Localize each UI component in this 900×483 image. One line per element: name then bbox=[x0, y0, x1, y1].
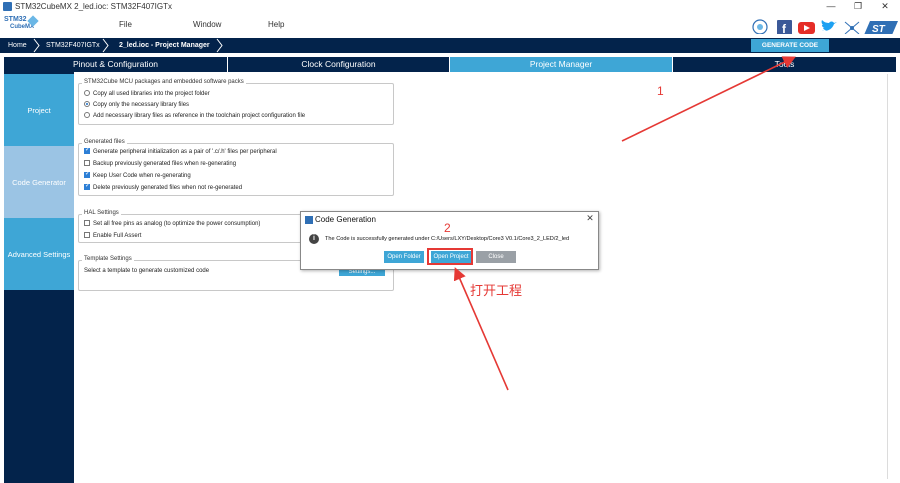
option-label: Delete previously generated files when n… bbox=[93, 185, 243, 191]
option-label: Enable Full Assert bbox=[93, 233, 142, 239]
generate-code-button[interactable]: GENERATE CODE bbox=[751, 39, 829, 52]
group-title: HAL Settings bbox=[82, 210, 121, 216]
group-title: Template Settings bbox=[82, 256, 134, 262]
option-label: Add necessary library files as reference… bbox=[93, 113, 306, 119]
highlight-box bbox=[427, 248, 473, 265]
dialog-message: The Code is successfully generated under… bbox=[325, 236, 570, 242]
menu-bar: STM32 CubeMX File Window Help f ST bbox=[0, 14, 900, 38]
option-full-assert[interactable]: Enable Full Assert bbox=[84, 232, 141, 240]
option-keep-user-code[interactable]: Keep User Code when re-generating bbox=[84, 170, 191, 180]
close-icon[interactable]: ✕ bbox=[585, 213, 595, 224]
sidebar-item-project[interactable]: Project bbox=[4, 74, 74, 146]
network-icon[interactable] bbox=[844, 21, 860, 34]
option-label: Backup previously generated files when r… bbox=[93, 161, 237, 167]
twitter-icon[interactable] bbox=[821, 20, 837, 31]
checkbox-icon[interactable] bbox=[84, 232, 90, 238]
tab-bar: Pinout & Configuration Clock Configurati… bbox=[0, 55, 900, 72]
close-window-button[interactable]: ✕ bbox=[878, 1, 892, 12]
breadcrumb-current[interactable]: 2_led.ioc - Project Manager bbox=[113, 38, 210, 53]
menu-help[interactable]: Help bbox=[268, 20, 284, 29]
chevron-right-icon bbox=[216, 38, 223, 53]
menu-window[interactable]: Window bbox=[193, 20, 221, 29]
close-button[interactable]: Close bbox=[476, 251, 516, 263]
option-label: Copy all used libraries into the project… bbox=[93, 91, 210, 97]
sidebar-item-code-generator[interactable]: Code Generator bbox=[4, 146, 74, 218]
checkbox-icon[interactable] bbox=[84, 160, 90, 166]
sidebar-item-label: Project bbox=[27, 106, 51, 115]
option-label: Set all free pins as analog (to optimize… bbox=[93, 221, 261, 227]
generated-files-group: Generated files Generate peripheral init… bbox=[78, 139, 394, 196]
option-generate-peripheral[interactable]: Generate peripheral initialization as a … bbox=[84, 146, 277, 156]
group-title: Generated files bbox=[82, 139, 127, 145]
sidebar-item-advanced-settings[interactable]: Advanced Settings bbox=[4, 218, 74, 290]
sidebar-item-label: Code Generator bbox=[12, 178, 66, 187]
radio-selected-icon[interactable] bbox=[84, 101, 90, 107]
tab-clock-configuration[interactable]: Clock Configuration bbox=[228, 57, 449, 72]
facebook-icon[interactable]: f bbox=[777, 20, 792, 34]
breadcrumb-mcu[interactable]: STM32F407IGTx bbox=[40, 38, 100, 53]
radio-icon[interactable] bbox=[84, 112, 90, 118]
minimize-button[interactable]: — bbox=[824, 1, 838, 11]
option-label: Generate peripheral initialization as a … bbox=[93, 149, 277, 155]
breadcrumb-home[interactable]: Home bbox=[2, 38, 27, 53]
tab-tools[interactable]: Tools bbox=[673, 57, 896, 72]
annotation-caption: 打开工程 bbox=[470, 284, 523, 299]
option-backup-files[interactable]: Backup previously generated files when r… bbox=[84, 160, 236, 168]
group-title: STM32Cube MCU packages and embedded soft… bbox=[82, 79, 246, 85]
option-label: Copy only the necessary library files bbox=[93, 102, 190, 108]
info-icon: i bbox=[309, 234, 319, 244]
option-label: Keep User Code when re-generating bbox=[93, 173, 191, 179]
option-delete-files[interactable]: Delete previously generated files when n… bbox=[84, 182, 243, 192]
social-icons: f ST bbox=[752, 19, 898, 34]
checkbox-icon[interactable] bbox=[84, 220, 90, 226]
title-bar: STM32CubeMX 2_led.ioc: STM32F407IGTx — ❐… bbox=[0, 0, 900, 14]
checkbox-checked-icon[interactable] bbox=[84, 170, 90, 178]
checkbox-checked-icon[interactable] bbox=[84, 146, 90, 154]
open-folder-button[interactable]: Open Folder bbox=[384, 251, 424, 263]
app-icon bbox=[3, 2, 12, 11]
annotation-number-2: 2 bbox=[444, 221, 451, 235]
option-add-reference[interactable]: Add necessary library files as reference… bbox=[84, 112, 305, 120]
annotation-number-1: 1 bbox=[657, 84, 664, 98]
tab-pinout-configuration[interactable]: Pinout & Configuration bbox=[4, 57, 227, 72]
option-copy-all[interactable]: Copy all used libraries into the project… bbox=[84, 90, 210, 98]
window-title: STM32CubeMX 2_led.ioc: STM32F407IGTx bbox=[15, 2, 172, 11]
restore-button[interactable]: ❐ bbox=[851, 1, 865, 12]
dialog-app-icon bbox=[305, 216, 313, 224]
template-description: Select a template to generate customized… bbox=[84, 268, 210, 274]
checkbox-checked-icon[interactable] bbox=[84, 182, 90, 190]
svg-text:ST: ST bbox=[872, 24, 886, 34]
vertical-scrollbar[interactable] bbox=[887, 74, 895, 479]
chevron-right-icon bbox=[102, 38, 109, 53]
radio-icon[interactable] bbox=[84, 90, 90, 96]
packages-group: STM32Cube MCU packages and embedded soft… bbox=[78, 79, 394, 125]
youtube-icon[interactable] bbox=[798, 22, 815, 34]
tab-project-manager[interactable]: Project Manager bbox=[450, 57, 672, 72]
anniversary-icon[interactable] bbox=[752, 19, 768, 34]
option-copy-necessary[interactable]: Copy only the necessary library files bbox=[84, 101, 189, 109]
stm32cubemx-logo: STM32 CubeMX bbox=[4, 15, 40, 36]
dialog-title: Code Generation bbox=[315, 215, 376, 224]
app-window: STM32CubeMX 2_led.ioc: STM32F407IGTx — ❐… bbox=[0, 0, 900, 483]
option-free-pins-analog[interactable]: Set all free pins as analog (to optimize… bbox=[84, 220, 260, 228]
menu-file[interactable]: File bbox=[119, 20, 132, 29]
st-logo: ST bbox=[864, 21, 898, 34]
sidebar-item-label: Advanced Settings bbox=[7, 250, 71, 259]
